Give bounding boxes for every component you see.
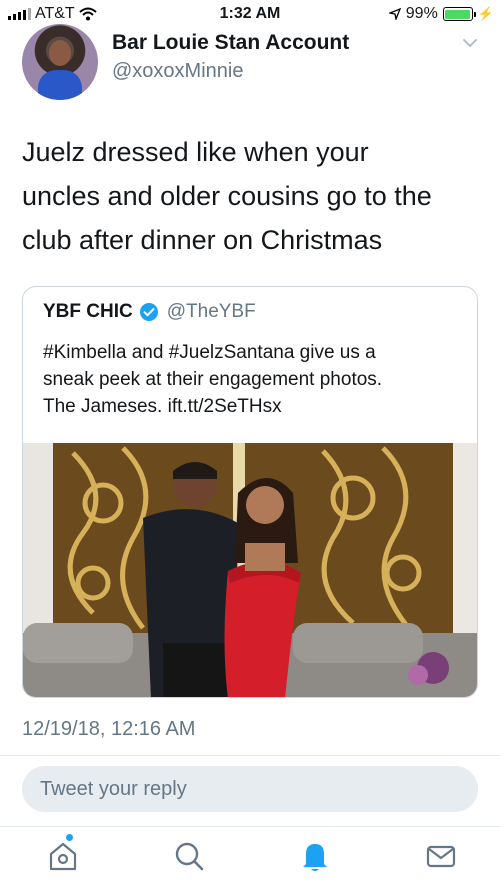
battery-percent: 99% — [405, 5, 438, 22]
reply-box[interactable] — [22, 766, 478, 812]
divider — [0, 755, 500, 756]
tweet-text-line: club after dinner on Christmas — [22, 225, 383, 255]
quoted-text-line: #Kimbella and #JuelzSantana give us a — [43, 342, 376, 363]
tweet-text: Juelz dressed like when your uncles and … — [22, 130, 482, 262]
quoted-display-name: YBF CHIC — [43, 301, 133, 322]
author-handle[interactable]: @xoxoxMinnie — [112, 60, 243, 83]
status-right: 99% ⚡ — [388, 5, 494, 23]
quoted-tweet-text: #Kimbella and #JuelzSantana give us a sn… — [43, 339, 463, 420]
reply-input[interactable] — [22, 766, 478, 812]
engagement-photo-illustration — [23, 443, 477, 697]
quoted-handle: @TheYBF — [166, 301, 256, 322]
status-bar: AT&T 1:32 AM 99% ⚡ — [0, 0, 500, 28]
new-items-dot — [66, 834, 73, 841]
search-icon[interactable] — [172, 839, 206, 873]
quoted-text-line: sneak peek at their engagement photos. — [43, 369, 383, 390]
quoted-tweet-header: YBF CHIC @TheYBF — [43, 301, 256, 323]
notifications-bell-icon[interactable] — [298, 839, 332, 873]
location-arrow-icon — [388, 8, 401, 20]
bottom-tab-bar — [0, 826, 500, 889]
charging-bolt-icon: ⚡ — [477, 6, 494, 21]
chevron-down-icon[interactable] — [461, 34, 479, 52]
tweet-text-line: uncles and older cousins go to the — [22, 181, 432, 211]
quoted-tweet-card[interactable]: YBF CHIC @TheYBF #Kimbella and #JuelzSan… — [22, 286, 478, 698]
quoted-tweet-photo[interactable] — [23, 443, 477, 697]
messages-envelope-icon[interactable] — [424, 839, 458, 873]
home-icon[interactable] — [46, 834, 80, 873]
battery-level-fill — [445, 9, 471, 19]
author-display-name[interactable]: Bar Louie Stan Account — [112, 31, 349, 55]
tweet-timestamp: 12/19/18, 12:16 AM — [22, 718, 196, 740]
quoted-text-line: The Jameses. ift.tt/2SeTHsx — [43, 396, 282, 417]
verified-badge-icon — [139, 303, 158, 321]
tweet-text-line: Juelz dressed like when your — [22, 137, 369, 167]
avatar[interactable] — [22, 24, 98, 100]
battery-icon — [442, 7, 476, 21]
